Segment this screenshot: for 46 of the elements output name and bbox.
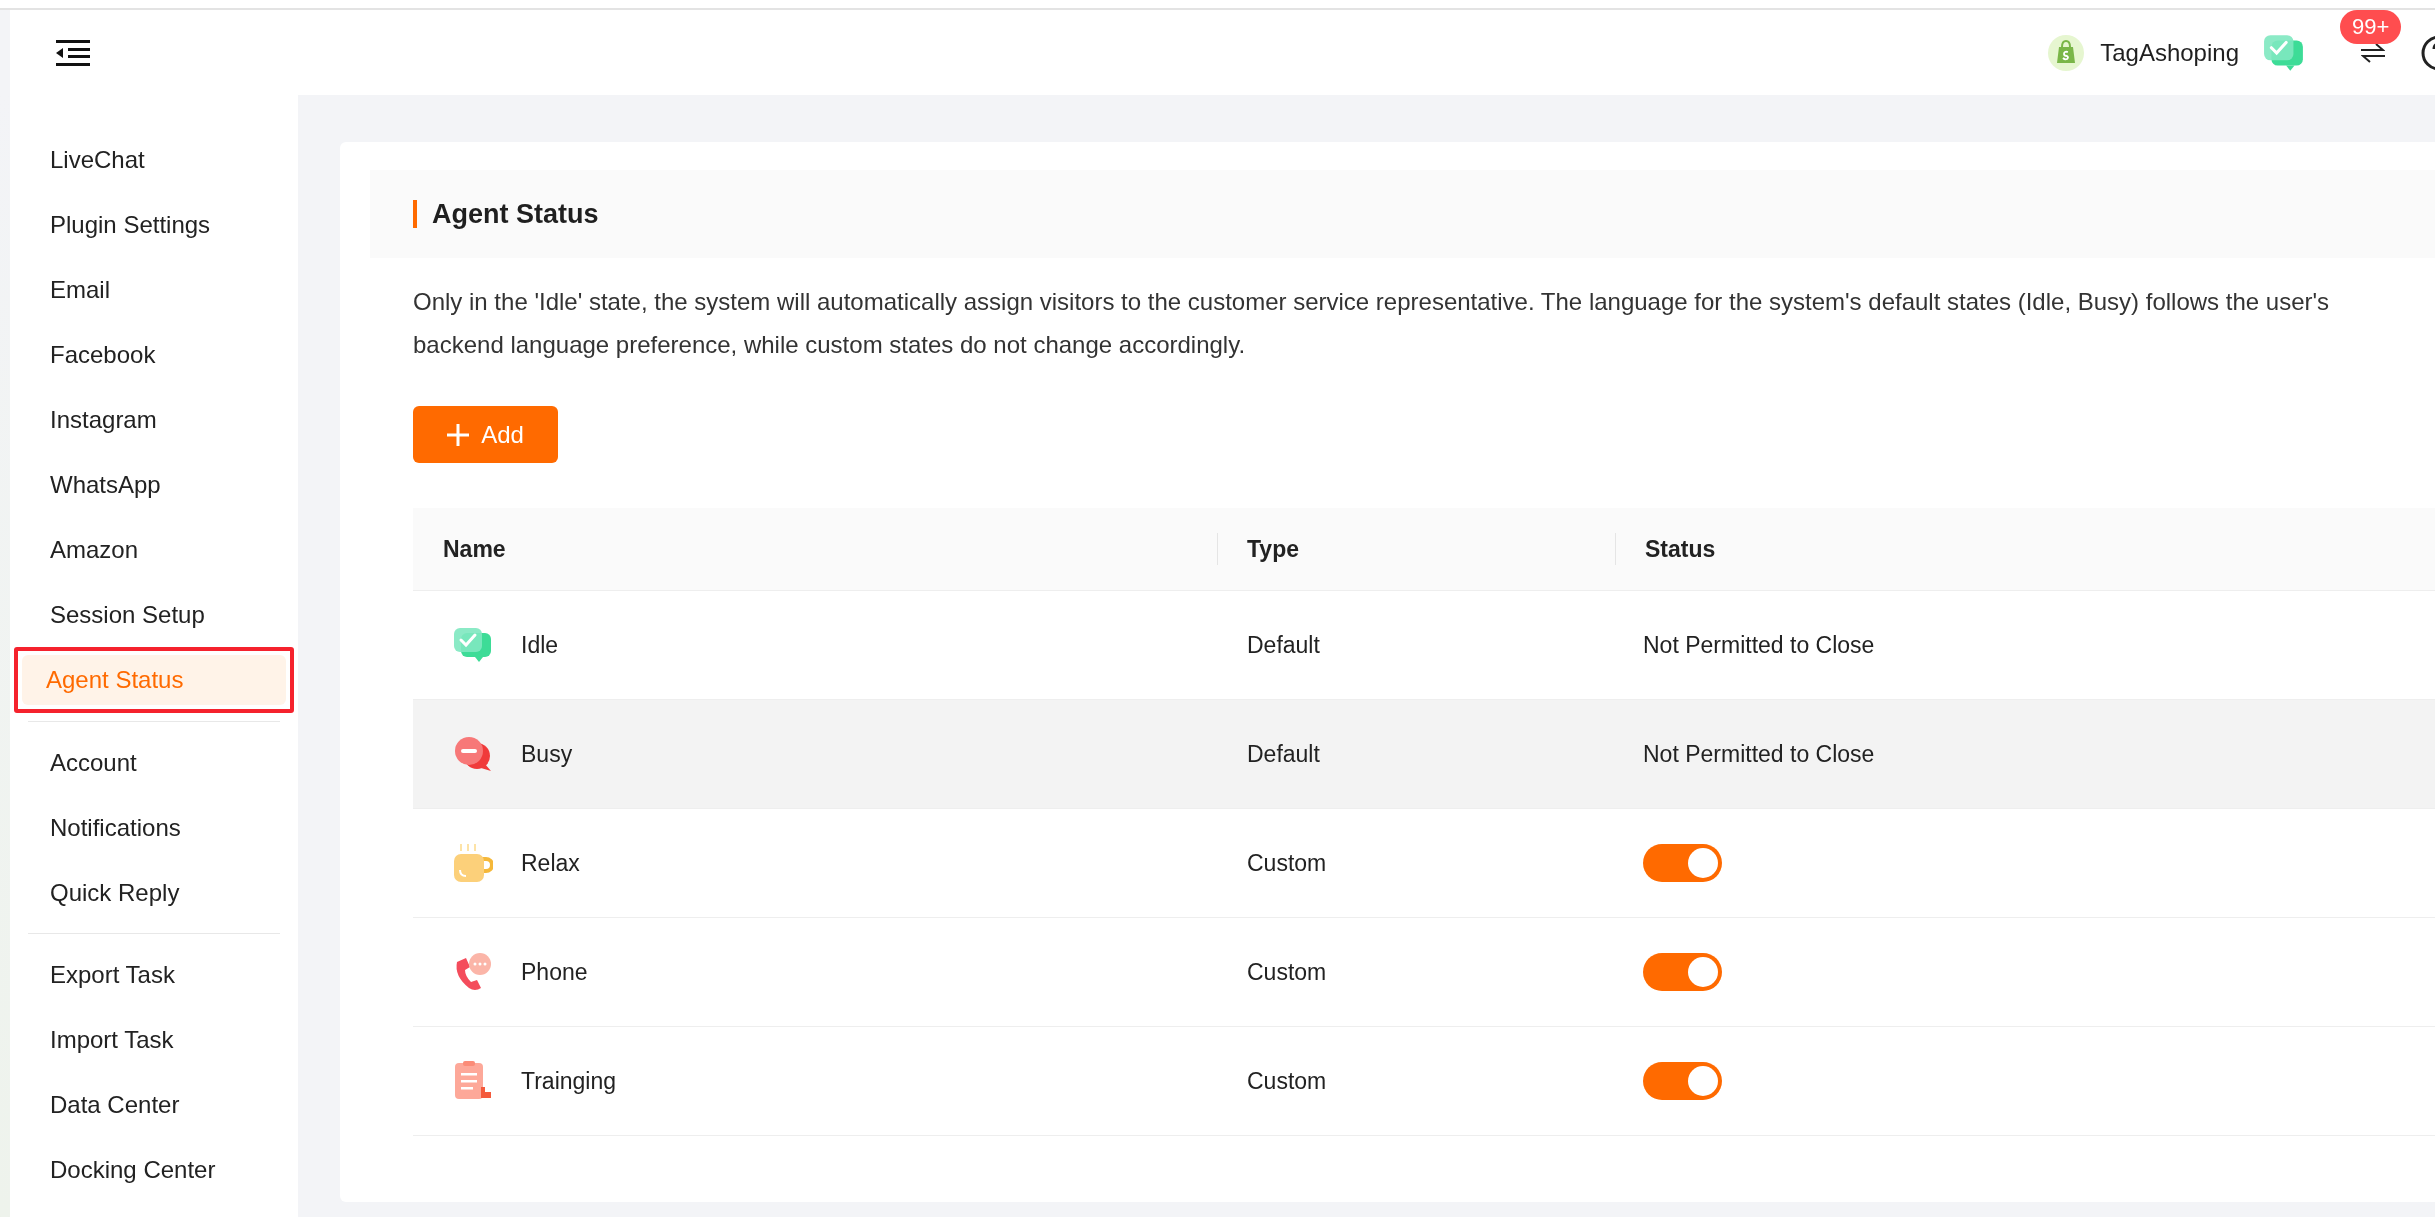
chat-check-icon bbox=[453, 627, 493, 663]
table-cell: Default bbox=[1247, 631, 1320, 658]
table-cell-text: Idle bbox=[521, 630, 559, 660]
table-cell: Custom bbox=[1247, 1067, 1327, 1094]
sidebar-item[interactable]: Account bbox=[16, 730, 292, 795]
table-cell: Custom bbox=[1247, 958, 1327, 985]
toggle-switch[interactable] bbox=[1643, 953, 1722, 991]
sidebar-item[interactable]: LiveChat bbox=[16, 127, 292, 192]
table-cell: Not Permitted to Close bbox=[1643, 631, 1875, 658]
table-cell: Not Permitted to Close bbox=[1643, 740, 1875, 767]
sidebar-item[interactable]: Quick Reply bbox=[16, 860, 292, 925]
sidebar-item[interactable]: Facebook bbox=[16, 322, 292, 387]
table-cell-text: Relax bbox=[521, 848, 580, 878]
shopping-bag-icon bbox=[2048, 34, 2085, 71]
menu-collapse-icon[interactable] bbox=[56, 39, 90, 66]
accent-bar bbox=[413, 200, 417, 228]
sidebar-item[interactable]: WhatsApp bbox=[16, 452, 292, 517]
shop-name[interactable]: TagAshoping bbox=[2100, 34, 2239, 71]
section-title: Agent Status bbox=[432, 197, 599, 231]
notification-badge: 99+ bbox=[2340, 10, 2402, 44]
plus-icon bbox=[447, 423, 470, 446]
column-header: Type bbox=[1247, 534, 1299, 564]
chat-minus-icon bbox=[453, 736, 493, 772]
table-cell-text: Phone bbox=[521, 957, 588, 987]
sidebar-item[interactable]: Amazon bbox=[16, 517, 292, 582]
sidebar-item[interactable]: Plugin Settings bbox=[16, 192, 292, 257]
mug-icon bbox=[453, 843, 493, 883]
toggle-switch[interactable] bbox=[1643, 1062, 1722, 1100]
sidebar-item[interactable]: Export Task bbox=[16, 942, 292, 1007]
sidebar-item[interactable]: Import Task bbox=[16, 1007, 292, 1072]
sidebar-item[interactable]: Session Setup bbox=[16, 582, 292, 647]
sidebar-item[interactable]: Email bbox=[16, 257, 292, 322]
table-cell-text: Trainging bbox=[521, 1066, 617, 1096]
table-cell-text: Busy bbox=[521, 739, 573, 769]
toggle-switch[interactable] bbox=[1643, 844, 1722, 882]
description-text: Only in the 'Idle' state, the system will automatically assign visitors to the customer service representative. The language for the system's default states (Idle, Busy) follows the user's backend language preference, while custom states do not change accordingly. bbox=[413, 287, 2331, 360]
clipboard-icon bbox=[453, 1061, 493, 1101]
column-header: Status bbox=[1645, 534, 1716, 564]
sidebar-item[interactable]: Notifications bbox=[16, 795, 292, 860]
chat-check-icon[interactable] bbox=[2263, 33, 2305, 72]
sidebar-item[interactable]: Data Center bbox=[16, 1072, 292, 1137]
column-header: Name bbox=[443, 534, 506, 564]
table-cell: Custom bbox=[1247, 849, 1327, 876]
sidebar-item[interactable]: Docking Center bbox=[16, 1137, 292, 1202]
sidebar-item[interactable]: Instagram bbox=[16, 387, 292, 452]
table-cell: Default bbox=[1247, 740, 1320, 767]
